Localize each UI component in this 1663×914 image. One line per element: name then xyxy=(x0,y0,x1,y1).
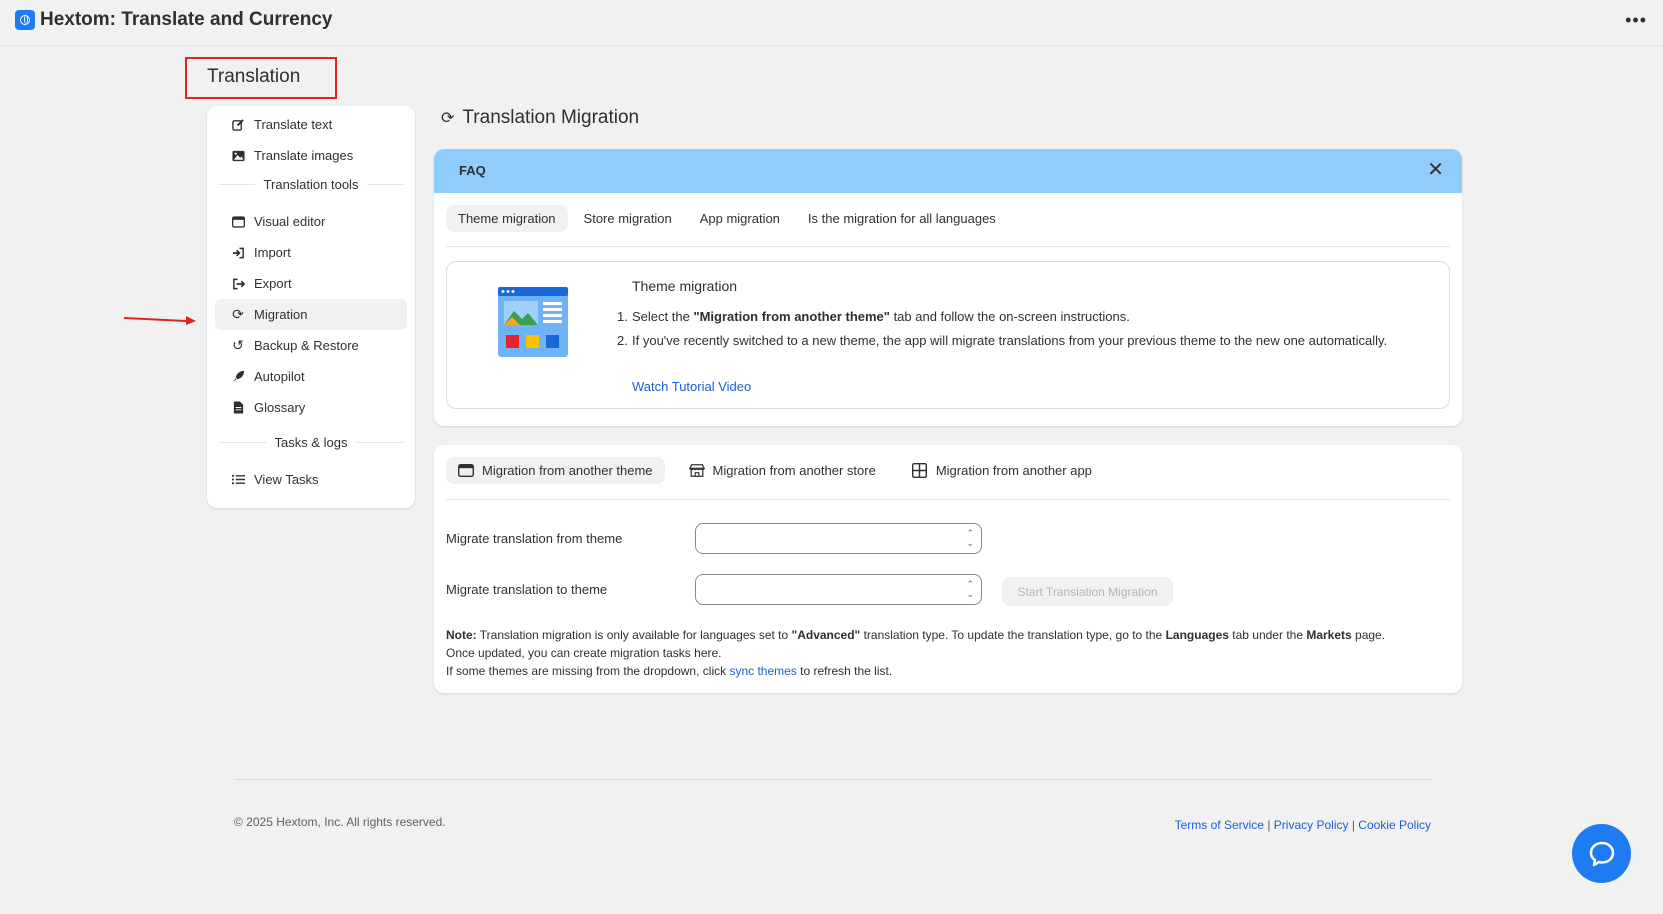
sidebar-item-visual-editor[interactable]: Visual editor xyxy=(215,206,407,237)
section-title: ⟳ Translation Migration xyxy=(441,107,639,129)
divider xyxy=(446,499,1450,500)
ellipsis-icon[interactable]: ••• xyxy=(1625,10,1647,31)
sidebar-item-translate-text[interactable]: Translate text xyxy=(215,109,407,140)
sidebar-item-label: Export xyxy=(254,276,292,291)
export-icon xyxy=(231,277,245,291)
sidebar-item-migration[interactable]: ⟳ Migration xyxy=(215,299,407,330)
footer-divider xyxy=(234,779,1431,780)
sidebar-item-label: Autopilot xyxy=(254,369,305,384)
faq-step: 2. If you've recently switched to a new … xyxy=(617,333,1388,348)
section-title-text: Translation Migration xyxy=(462,107,640,128)
faq-card: FAQ ✕ Theme migration Store migration Ap… xyxy=(434,149,1462,426)
tab-store-migration[interactable]: Store migration xyxy=(572,205,684,232)
edit-icon xyxy=(231,118,245,132)
select-chevron-icon: ⌃ ⌄ xyxy=(966,579,974,599)
to-theme-label: Migrate translation to theme xyxy=(446,582,608,597)
help-chat-button[interactable] xyxy=(1572,824,1631,883)
browser-illustration-icon xyxy=(498,287,568,357)
window-icon xyxy=(231,215,245,229)
sidebar-item-export[interactable]: Export xyxy=(215,268,407,299)
sidebar-item-label: Translate text xyxy=(254,117,333,132)
sync-themes-link[interactable]: sync themes xyxy=(729,664,796,678)
page-title: Translation xyxy=(207,66,301,87)
import-icon xyxy=(231,246,245,260)
sidebar-item-backup-restore[interactable]: ↺ Backup & Restore xyxy=(215,330,407,361)
sidebar-item-label: Backup & Restore xyxy=(254,338,359,353)
tab-migration-from-app[interactable]: Migration from another app xyxy=(900,457,1104,484)
sidebar-item-label: Translate images xyxy=(254,148,354,163)
sidebar-item-glossary[interactable]: Glossary xyxy=(215,392,407,423)
section-divider-tasks-logs: Tasks & logs xyxy=(219,432,403,452)
globe-icon xyxy=(15,10,35,30)
history-icon: ↺ xyxy=(232,337,244,353)
divider xyxy=(446,246,1450,247)
section-divider-translation-tools: Translation tools xyxy=(219,174,403,194)
faq-content-panel: Theme migration 1. Select the "Migration… xyxy=(446,261,1450,409)
watch-tutorial-link[interactable]: Watch Tutorial Video xyxy=(632,379,751,394)
footer-links: Terms of Service | Privacy Policy | Cook… xyxy=(1174,818,1431,832)
tab-all-languages[interactable]: Is the migration for all languages xyxy=(796,205,1008,232)
tab-app-migration[interactable]: App migration xyxy=(688,205,792,232)
faq-header: FAQ ✕ xyxy=(434,149,1462,193)
migration-tabs: Migration from another theme Migration f… xyxy=(446,457,1104,484)
image-icon xyxy=(231,149,245,163)
section-label: Translation tools xyxy=(263,176,359,192)
close-icon[interactable]: ✕ xyxy=(1427,160,1444,180)
sidebar-nav: Translate text Translate images Translat… xyxy=(207,106,415,508)
faq-label: FAQ xyxy=(459,163,486,178)
sidebar-item-label: Glossary xyxy=(254,400,306,415)
apps-icon xyxy=(912,463,928,478)
sidebar-item-label: View Tasks xyxy=(254,472,319,487)
select-chevron-icon: ⌃ ⌄ xyxy=(966,528,974,548)
to-theme-select[interactable]: ⌃ ⌄ xyxy=(695,574,982,605)
copyright-text: © 2025 Hextom, Inc. All rights reserved. xyxy=(234,815,446,829)
sidebar-item-label: Import xyxy=(254,245,291,260)
faq-content-title: Theme migration xyxy=(632,278,738,294)
rocket-icon xyxy=(231,370,245,384)
migration-note: Note: Translation migration is only avai… xyxy=(446,628,1386,678)
cookie-link[interactable]: Cookie Policy xyxy=(1358,818,1431,832)
theme-icon xyxy=(458,464,474,478)
tab-migration-from-store[interactable]: Migration from another store xyxy=(677,457,888,484)
start-migration-button[interactable]: Start Translation Migration xyxy=(1002,577,1173,606)
app-topbar: Hextom: Translate and Currency ••• xyxy=(0,0,1663,46)
sidebar-item-label: Migration xyxy=(254,307,308,322)
store-icon xyxy=(688,464,705,478)
sidebar-item-translate-images[interactable]: Translate images xyxy=(215,140,407,171)
sidebar-item-label: Visual editor xyxy=(254,214,326,229)
from-theme-select[interactable]: ⌃ ⌄ xyxy=(695,523,982,554)
tab-theme-migration[interactable]: Theme migration xyxy=(446,205,568,232)
migration-card: Migration from another theme Migration f… xyxy=(434,445,1462,693)
red-arrow-annotation xyxy=(124,316,196,325)
faq-tabs: Theme migration Store migration App migr… xyxy=(446,205,1008,232)
from-theme-label: Migrate translation from theme xyxy=(446,531,623,546)
section-label: Tasks & logs xyxy=(274,434,348,450)
chat-bubble-icon xyxy=(1589,841,1614,866)
list-icon xyxy=(231,473,245,487)
sidebar-item-import[interactable]: Import xyxy=(215,237,407,268)
sync-icon: ⟳ xyxy=(232,306,244,322)
sync-icon: ⟳ xyxy=(441,110,455,127)
document-icon xyxy=(231,401,245,415)
faq-steps: 1. Select the "Migration from another th… xyxy=(617,307,1392,355)
sidebar-item-autopilot[interactable]: Autopilot xyxy=(215,361,407,392)
privacy-link[interactable]: Privacy Policy xyxy=(1274,818,1349,832)
tab-migration-from-theme[interactable]: Migration from another theme xyxy=(446,457,665,484)
app-title: Hextom: Translate and Currency xyxy=(40,9,333,30)
terms-link[interactable]: Terms of Service xyxy=(1175,818,1264,832)
sidebar-item-view-tasks[interactable]: View Tasks xyxy=(215,464,407,495)
faq-step: 1. Select the "Migration from another th… xyxy=(617,309,1130,324)
